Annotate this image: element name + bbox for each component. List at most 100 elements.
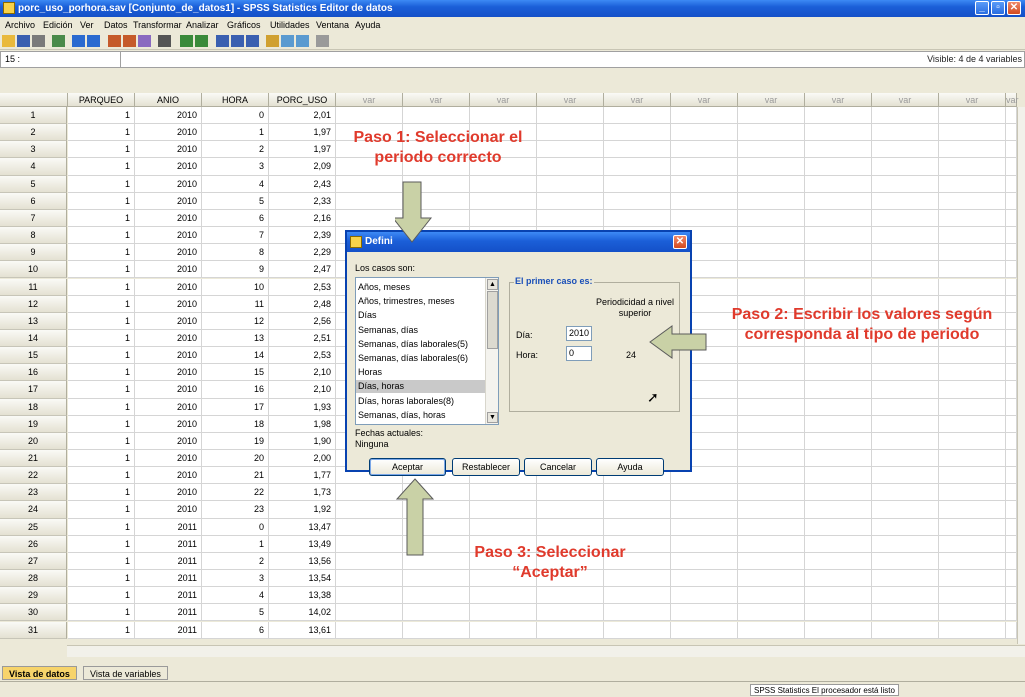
table-cell[interactable] — [805, 484, 872, 502]
table-cell[interactable]: 21 — [202, 467, 269, 485]
table-cell[interactable]: 2011 — [135, 604, 202, 622]
table-cell[interactable]: 1 — [68, 329, 135, 348]
variables-icon[interactable] — [138, 35, 151, 47]
table-cell[interactable] — [939, 381, 1006, 399]
table-cell[interactable] — [805, 552, 872, 571]
table-cell[interactable]: 22 — [202, 484, 269, 502]
table-cell[interactable] — [671, 621, 738, 639]
save-icon[interactable] — [17, 35, 30, 47]
table-cell[interactable]: 8 — [202, 244, 269, 262]
table-cell[interactable] — [939, 398, 1006, 416]
table-cell[interactable]: 1,97 — [269, 124, 336, 142]
row-header[interactable]: 20 — [0, 432, 67, 450]
row-header[interactable]: 21 — [0, 450, 67, 468]
row-header[interactable]: 29 — [0, 587, 67, 605]
column-header[interactable]: HORA — [202, 93, 269, 107]
table-cell[interactable]: 1 — [68, 158, 135, 176]
table-cell[interactable] — [738, 141, 805, 159]
table-cell[interactable] — [738, 587, 805, 605]
table-cell[interactable] — [872, 141, 939, 159]
table-cell[interactable]: 13,49 — [269, 535, 336, 553]
table-cell[interactable]: 1 — [68, 312, 135, 330]
table-cell[interactable] — [604, 175, 671, 193]
table-cell[interactable]: 2010 — [135, 295, 202, 313]
table-cell[interactable]: 1 — [68, 175, 135, 193]
table-cell[interactable] — [872, 621, 939, 639]
table-cell[interactable] — [671, 570, 738, 588]
table-cell[interactable]: 1 — [68, 381, 135, 399]
dialog-close-button[interactable]: ✕ — [673, 235, 687, 249]
table-cell[interactable] — [604, 604, 671, 622]
table-cell[interactable] — [939, 158, 1006, 176]
table-cell[interactable] — [1006, 261, 1017, 279]
table-cell[interactable]: 2010 — [135, 501, 202, 519]
table-cell[interactable] — [872, 244, 939, 262]
table-cell[interactable]: 3 — [202, 158, 269, 176]
table-cell[interactable]: 20 — [202, 450, 269, 468]
row-header[interactable]: 15 — [0, 347, 67, 365]
listbox-scrollbar[interactable]: ▲ ▼ — [485, 278, 498, 424]
column-header[interactable]: var — [604, 93, 671, 107]
table-cell[interactable]: 14 — [202, 347, 269, 365]
row-header[interactable]: 22 — [0, 467, 67, 485]
table-cell[interactable] — [1006, 381, 1017, 399]
table-cell[interactable]: 13,38 — [269, 587, 336, 605]
table-cell[interactable] — [1006, 192, 1017, 210]
row-header[interactable]: 31 — [0, 621, 67, 639]
table-cell[interactable] — [805, 501, 872, 519]
table-cell[interactable] — [738, 484, 805, 502]
scroll-down-icon[interactable]: ▼ — [487, 412, 498, 423]
column-header[interactable]: var — [537, 93, 604, 107]
table-cell[interactable] — [403, 621, 470, 639]
row-header[interactable]: 28 — [0, 570, 67, 588]
column-header[interactable]: var — [939, 93, 1006, 107]
table-cell[interactable] — [1006, 347, 1017, 365]
table-cell[interactable] — [1006, 467, 1017, 485]
table-cell[interactable] — [738, 244, 805, 262]
table-cell[interactable]: 2010 — [135, 158, 202, 176]
table-cell[interactable]: 1,93 — [269, 398, 336, 416]
table-cell[interactable] — [805, 467, 872, 485]
table-cell[interactable]: 2,16 — [269, 209, 336, 228]
list-item[interactable]: Semanas, días laborales(6) — [358, 352, 486, 365]
table-cell[interactable]: 2010 — [135, 467, 202, 485]
table-cell[interactable]: 1 — [68, 278, 135, 296]
table-cell[interactable] — [604, 587, 671, 605]
table-cell[interactable]: 1 — [68, 209, 135, 228]
table-cell[interactable]: 2010 — [135, 415, 202, 433]
column-header[interactable]: var — [872, 93, 939, 107]
table-cell[interactable]: 1 — [68, 364, 135, 382]
table-cell[interactable]: 5 — [202, 192, 269, 210]
table-cell[interactable]: 2,29 — [269, 244, 336, 262]
table-cell[interactable] — [1006, 552, 1017, 571]
table-cell[interactable] — [336, 535, 403, 553]
table-cell[interactable] — [1006, 501, 1017, 519]
row-header[interactable]: 6 — [0, 192, 67, 210]
split-file-icon[interactable] — [216, 35, 229, 47]
table-cell[interactable]: 16 — [202, 381, 269, 399]
table-cell[interactable] — [805, 621, 872, 639]
reset-button[interactable]: Restablecer — [452, 458, 520, 476]
row-header[interactable]: 10 — [0, 261, 67, 279]
menu-utilidades[interactable]: Utilidades — [270, 17, 310, 33]
table-cell[interactable] — [1006, 415, 1017, 433]
table-cell[interactable] — [403, 604, 470, 622]
table-cell[interactable] — [671, 587, 738, 605]
row-header[interactable]: 7 — [0, 209, 67, 228]
table-cell[interactable] — [805, 192, 872, 210]
menu-graficos[interactable]: Gráficos — [227, 17, 261, 33]
table-cell[interactable]: 1 — [68, 124, 135, 142]
row-header[interactable]: 9 — [0, 244, 67, 262]
table-cell[interactable] — [1006, 570, 1017, 588]
table-cell[interactable]: 13,61 — [269, 621, 336, 639]
table-cell[interactable]: 2010 — [135, 192, 202, 210]
table-cell[interactable] — [403, 107, 470, 125]
table-cell[interactable]: 7 — [202, 227, 269, 245]
menu-analizar[interactable]: Analizar — [186, 17, 219, 33]
show-all-icon[interactable] — [296, 35, 309, 47]
table-cell[interactable] — [939, 552, 1006, 571]
table-cell[interactable]: 1 — [68, 570, 135, 588]
table-cell[interactable] — [872, 261, 939, 279]
table-cell[interactable]: 2,53 — [269, 278, 336, 296]
table-cell[interactable] — [872, 227, 939, 245]
